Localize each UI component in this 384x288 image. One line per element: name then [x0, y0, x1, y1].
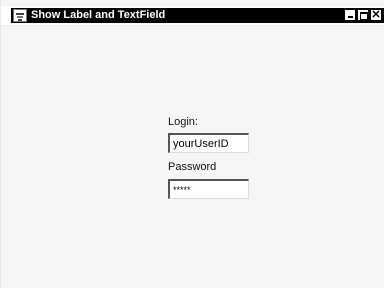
- password-field[interactable]: [168, 179, 249, 199]
- minimize-icon: [348, 16, 353, 18]
- password-label: Password: [168, 161, 217, 173]
- title-bar-caption[interactable]: Show Label and TextField: [11, 8, 343, 23]
- login-label: Login:: [168, 116, 198, 128]
- maximize-icon: [360, 12, 368, 20]
- login-field[interactable]: [168, 133, 249, 153]
- java-cup-icon[interactable]: [13, 9, 27, 22]
- title-bar[interactable]: Show Label and TextField ✕: [1, 6, 384, 26]
- maximize-button[interactable]: [357, 9, 369, 21]
- minimize-button[interactable]: [344, 9, 356, 21]
- close-icon: ✕: [371, 9, 381, 21]
- close-button[interactable]: ✕: [370, 9, 382, 21]
- window-controls: ✕: [343, 8, 384, 23]
- app-window: Show Label and TextField ✕ Login: Passwo…: [0, 0, 384, 288]
- window-title: Show Label and TextField: [31, 9, 166, 21]
